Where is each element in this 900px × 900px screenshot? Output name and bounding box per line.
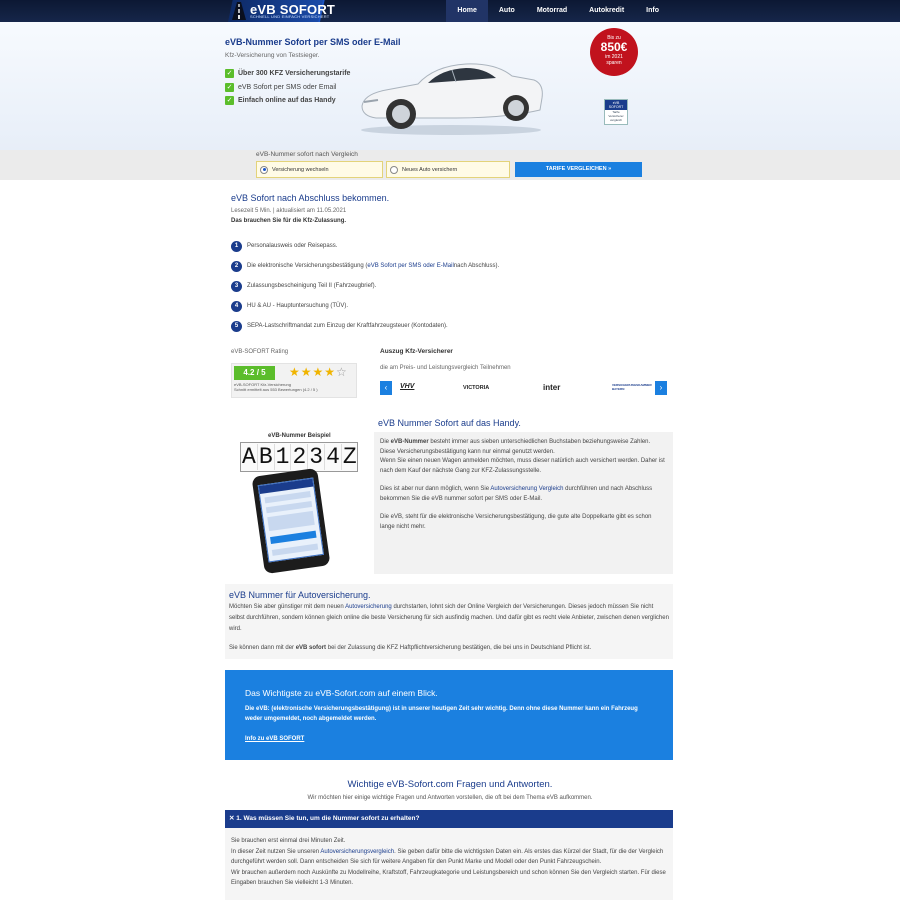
insurer-logo-vhv: VHV [400,383,415,390]
list-item: 3 Zulassungsbescheinigung Teil II (Fahrze… [231,276,499,296]
nav-item-autokredit[interactable]: Autokredit [578,0,635,22]
bullet-item: ✓ eVB Sofort per SMS oder Email [225,82,337,92]
av-title: eVB Nummer für Autoversicherung. [229,590,371,600]
radio-neues-auto[interactable]: Neues Auto versichern [386,161,510,178]
autoversicherung-section: eVB Nummer für Autoversicherung. Möchten… [225,584,673,659]
article-intro: Das brauchen Sie für die Kfz-Zulassung. [231,218,347,224]
info-title: Das Wichtigste zu eVB-Sofort.com auf ein… [245,688,438,698]
nav-item-info[interactable]: Info [635,0,670,22]
compare-button[interactable]: TARIFE VERGLEICHEN » [515,162,642,177]
insurers-title: Auszug Kfz-Versicherer [380,348,453,355]
carousel-prev-icon[interactable]: ‹ [380,381,392,395]
bullet-item: ✓ Einfach online auf das Handy [225,96,336,106]
info-text: Die eVB: (elektronische Versicherungsbes… [245,706,638,722]
main-nav: Home Auto Motorrad Autokredit Info [446,0,670,22]
road-icon [232,2,246,20]
autoversicherung-link[interactable]: Autoversicherung [345,604,392,610]
phone-image [251,467,331,575]
brand-tagline: SCHNELL UND EINFACH VERSICHERT [250,14,330,19]
article-title: eVB Sofort nach Abschluss bekommen. [231,193,390,203]
handy-text-box: Die eVB-Nummer besteht immer aus sieben … [374,432,673,574]
article-meta: Lesezeit 5 Min. | aktualisiert am 11.05.… [231,208,347,214]
rating-score: 4.2 / 5 [234,366,275,380]
rating-note: eVB-SOFORT Kfz-Versicherung Schnitt ermit… [234,382,318,392]
nav-item-home[interactable]: Home [446,0,488,22]
insurers-subtitle: die am Preis- und Leistungsvergleich Tei… [380,365,511,371]
list-item: 4 HU & AU - Hauptuntersuchung (TÜV). [231,296,499,316]
radio-icon [390,165,398,174]
check-icon: ✓ [225,82,234,92]
evb-sms-link[interactable]: eVB Sofort per SMS oder E-Mail [367,263,453,269]
list-item: 1 Personalausweis oder Reisepass. [231,236,499,256]
faq-answer-1: Sie brauchen erst einmal drei Minuten Ze… [225,828,673,900]
hero-title: eVB-Nummer Sofort per SMS oder E-Mail [225,37,401,47]
faq-question-1[interactable]: ✕ 1. Was müssen Sie tun, um die Nummer s… [225,810,673,828]
autoversicherung-vergleich-link[interactable]: Autoversicherung Vergleich [490,486,563,492]
hero-subtitle: Kfz-Versicherung von Testsieger. [225,52,320,59]
rating-box: 4.2 / 5 ★★★★☆ eVB-SOFORT Kfz-Versicherun… [231,363,357,398]
example-label: eVB-Nummer Beispiel [268,433,331,439]
handy-title: eVB Nummer Sofort auf das Handy. [378,418,521,428]
nav-item-motorrad[interactable]: Motorrad [526,0,578,22]
list-item: 2 Die elektronische Versicherungsbestätig… [231,256,499,276]
compare-label: eVB-Nummer sofort nach Vergleich [256,151,358,158]
autoversicherungsvergleich-link[interactable]: Autoversicherungsvergleich [320,849,394,855]
insurer-logo-vkb: VERSICHERUNGSKAMMER BAYERN [612,383,652,391]
steps-list: 1 Personalausweis oder Reisepass. 2 Die el… [231,236,499,336]
radio-icon [260,165,268,174]
hero-bullets: ✓ Über 300 KFZ Versicherungstarife ✓ eVB S… [225,67,352,108]
test-seal: eVB SOFORT Tarife Versicherer vergleich [604,99,628,125]
nav-item-auto[interactable]: Auto [488,0,526,22]
savings-badge: Bis zu 850€ im 2021 sparen [590,28,638,76]
check-icon: ✓ [225,69,234,79]
info-box: Das Wichtigste zu eVB-Sofort.com auf ein… [225,670,673,760]
carousel-next-icon[interactable]: › [655,381,667,395]
car-image [361,63,543,135]
evb-number-example: AB1234Z [240,442,358,472]
insurer-logo-inter: inter [543,383,561,392]
list-item: 5 SEPA-Lastschriftmandat zum Einzug der K… [231,316,499,336]
faq-title: Wichtige eVB-Sofort.com Fragen und Antwo… [347,779,553,790]
check-icon: ✓ [225,96,234,106]
radio-versicherung-wechseln[interactable]: Versicherung wechseln [256,161,383,178]
bullet-item: ✓ Über 300 KFZ Versicherungstarife [225,69,351,79]
rating-title: eVB-SOFORT Rating [231,349,289,355]
star-rating-icon: ★★★★☆ [289,365,348,379]
info-link[interactable]: Info zu eVB SOFORT [245,736,653,742]
faq-subtitle: Wir möchten hier einige wichtige Fragen … [307,795,593,801]
insurer-logo-victoria: VICTORIA [463,385,490,391]
